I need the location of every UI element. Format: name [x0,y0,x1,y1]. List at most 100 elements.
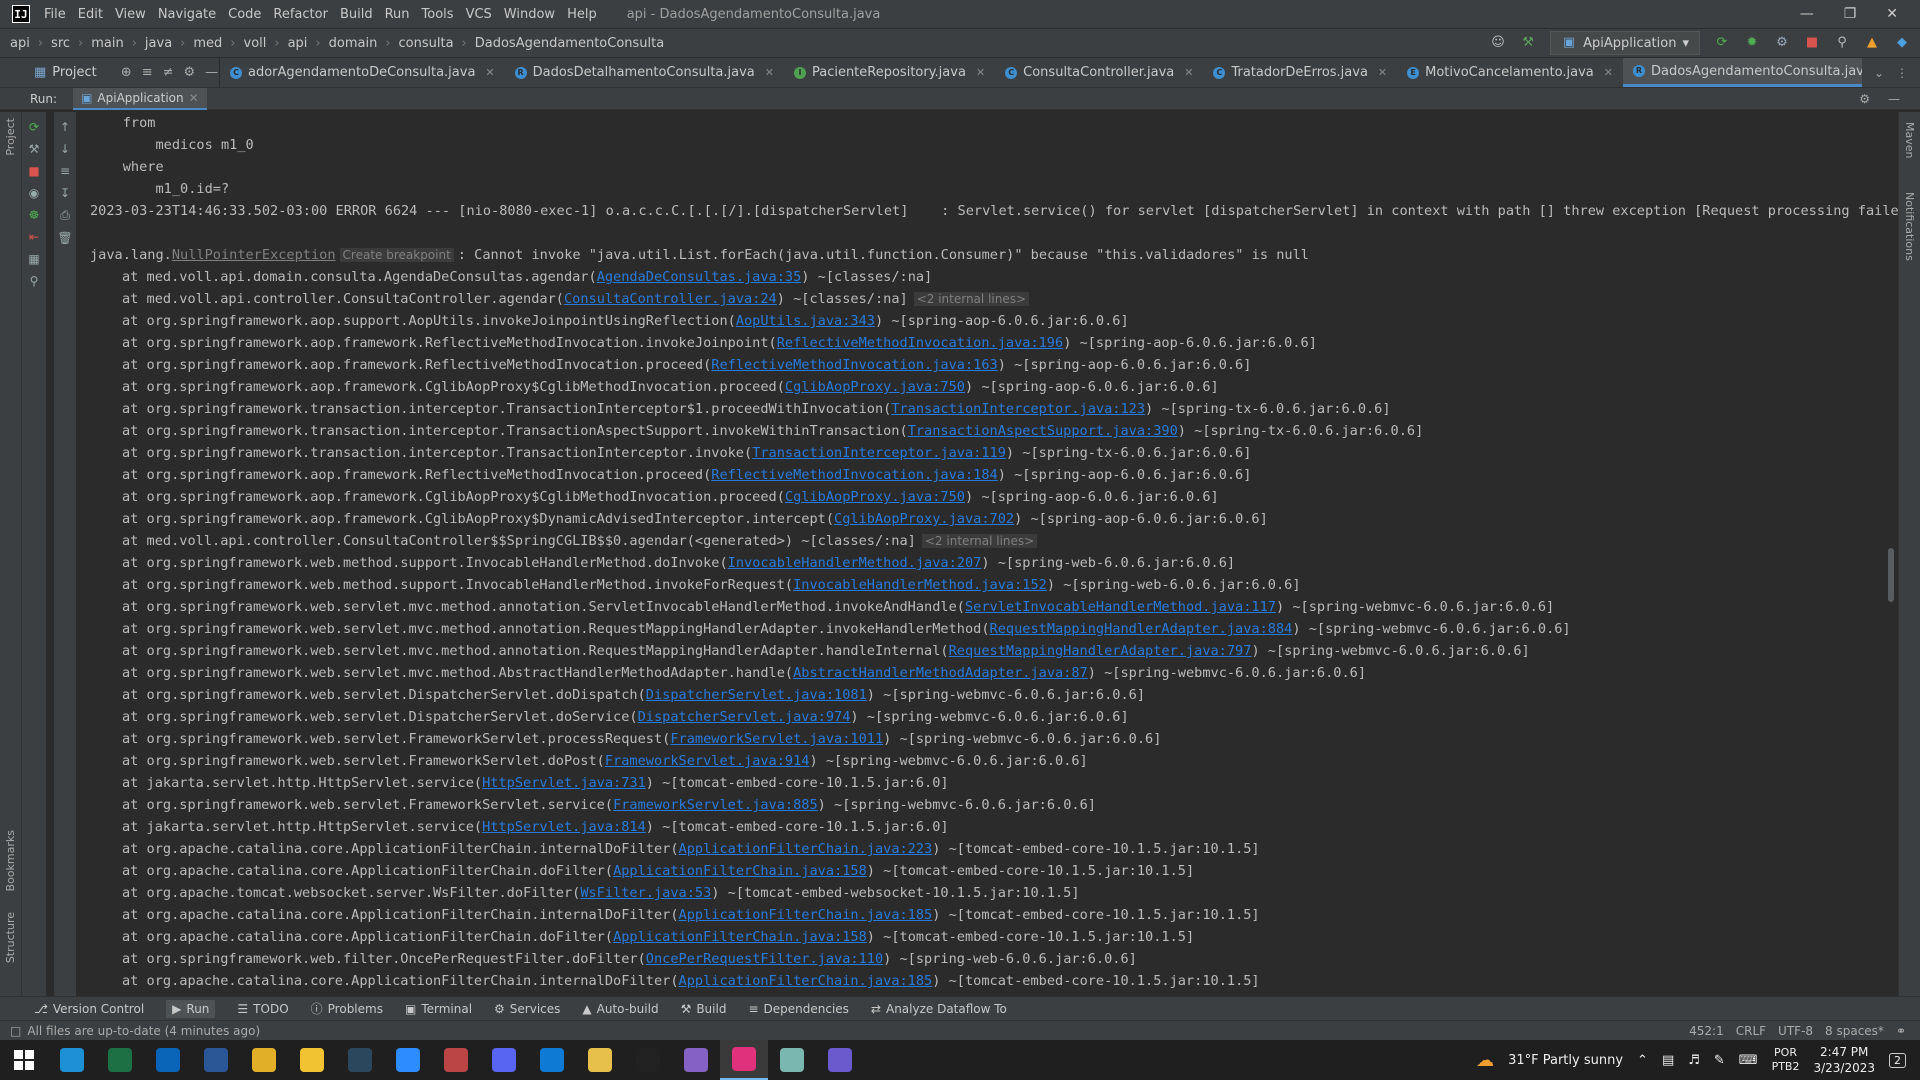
editor-tab[interactable]: C TratadorDeErros.java ✕ [1203,58,1397,87]
exit-icon[interactable]: ⇤ [29,230,39,244]
source-link[interactable]: ApplicationFilterChain.java:158 [613,929,867,945]
source-link[interactable]: AopUtils.java:343 [736,313,875,329]
toolwindow-run[interactable]: ▶ Run [166,999,216,1018]
source-link[interactable]: HttpServlet.java:814 [482,819,646,835]
breadcrumb-item[interactable]: domain [329,36,378,51]
breadcrumb-item[interactable]: DadosAgendamentoConsulta [475,36,664,51]
keyboard-icon[interactable]: ⌨ [1739,1053,1758,1068]
close-tab-icon[interactable]: ✕ [976,66,985,79]
source-link[interactable]: CglibAopProxy.java:750 [785,379,965,395]
source-link[interactable]: ApplicationFilterChain.java:158 [613,863,867,879]
console-scrollbar[interactable] [1888,548,1894,602]
taskbar-app[interactable] [144,1040,192,1080]
network-icon[interactable]: ▤ [1662,1053,1674,1068]
settings-gear-icon[interactable]: ⚙ [1859,92,1870,106]
editor-tab[interactable]: E MotivoCancelamento.java ✕ [1397,58,1623,87]
menu-run[interactable]: Run [379,7,416,22]
file-encoding[interactable]: UTF-8 [1778,1024,1813,1038]
line-separator[interactable]: CRLF [1736,1024,1766,1038]
arrow-down-icon[interactable]: ↓ [60,142,70,156]
taskbar-app[interactable] [336,1040,384,1080]
more-options-icon[interactable]: ⋮ [1896,66,1908,80]
minimize-button[interactable]: — [1800,6,1814,22]
source-link[interactable]: InvocableHandlerMethod.java:207 [728,555,982,571]
caret-position[interactable]: 452:1 [1689,1024,1724,1038]
source-link[interactable]: RequestMappingHandlerAdapter.java:884 [990,621,1293,637]
coverage-icon[interactable]: ⚙ [1774,35,1790,51]
menu-file[interactable]: File [38,7,72,22]
source-link[interactable]: ApplicationFilterChain.java:223 [679,841,933,857]
close-tab-icon[interactable]: ✕ [1378,66,1387,79]
weather-icon[interactable]: ☁ [1476,1050,1494,1071]
structure-side-tab[interactable]: Structure [4,912,17,963]
source-link[interactable]: AbstractHandlerMethodAdapter.java:87 [793,665,1088,681]
expand-all-icon[interactable]: ≡ [142,65,153,80]
pen-icon[interactable]: ✎ [1714,1053,1725,1068]
source-link[interactable]: ApplicationFilterChain.java:185 [679,973,933,989]
menu-help[interactable]: Help [561,7,603,22]
source-link[interactable]: TransactionInterceptor.java:123 [891,401,1145,417]
menu-view[interactable]: View [109,7,152,22]
taskbar-app[interactable] [48,1040,96,1080]
source-link[interactable]: AgendaDeConsultas.java:35 [597,269,802,285]
taskbar-app[interactable] [816,1040,864,1080]
rerun-icon[interactable]: ⟳ [29,120,39,134]
breadcrumb-item[interactable]: voll [244,36,267,51]
bug-icon[interactable]: ☸ [29,208,40,222]
taskbar-app[interactable] [480,1040,528,1080]
breadcrumb-item[interactable]: main [91,36,123,51]
soft-wrap-icon[interactable]: ≡ [60,164,70,178]
notification-badge[interactable]: 2 [1889,1052,1906,1068]
breadcrumb-item[interactable]: java [145,36,172,51]
project-side-tab[interactable]: Project [4,118,17,156]
source-link[interactable]: InvocableHandlerMethod.java:152 [793,577,1047,593]
lock-icon[interactable]: ⚭ [1896,1024,1906,1038]
breadcrumb-item[interactable]: consulta [399,36,454,51]
source-link[interactable]: TransactionAspectSupport.java:390 [908,423,1178,439]
console-output[interactable]: from medicos m1_0 where m1_0.id=? 2023-03… [78,112,1898,996]
menu-tools[interactable]: Tools [416,7,460,22]
build-hammer-icon[interactable]: ⚒ [1520,35,1536,51]
taskbar-app[interactable] [240,1040,288,1080]
toolwindow-build[interactable]: ⚒ Build [681,1002,727,1016]
internal-lines-fold[interactable]: <2 internal lines> [921,534,1038,548]
taskbar-app[interactable] [576,1040,624,1080]
notifications-side-tab[interactable]: Notifications [1903,192,1916,261]
scroll-to-end-icon[interactable]: ↧ [60,186,70,200]
taskbar-app[interactable] [768,1040,816,1080]
update-icon[interactable]: ▲ [1864,35,1880,51]
taskbar-app[interactable] [384,1040,432,1080]
source-link[interactable]: DispatcherServlet.java:1081 [646,687,867,703]
user-icon[interactable]: ☺ [1490,35,1506,51]
menu-refactor[interactable]: Refactor [267,7,334,22]
clock[interactable]: 2:47 PM 3/23/2023 [1813,1044,1875,1076]
source-link[interactable]: RequestMappingHandlerAdapter.java:797 [949,643,1252,659]
close-window-button[interactable]: ✕ [1886,6,1898,22]
taskbar-app[interactable] [720,1040,768,1080]
wrench-icon[interactable]: ⚒ [29,142,40,156]
taskbar-app[interactable] [624,1040,672,1080]
close-tab-icon[interactable]: ✕ [765,66,774,79]
toolwindow-dependencies[interactable]: ≡ Dependencies [748,1002,848,1016]
create-breakpoint-hint[interactable]: Create breakpoint [339,248,454,262]
input-language[interactable]: POR PTB2 [1772,1046,1800,1074]
source-link[interactable]: DispatcherServlet.java:974 [638,709,851,725]
taskbar-app[interactable] [432,1040,480,1080]
rerun-icon[interactable]: ⟳ [1714,35,1730,51]
editor-tab[interactable]: I PacienteRepository.java ✕ [784,58,995,87]
breadcrumb-item[interactable]: api [10,36,30,51]
source-link[interactable]: ReflectiveMethodInvocation.java:184 [711,467,997,483]
taskbar-app[interactable] [672,1040,720,1080]
restore-button[interactable]: ❐ [1844,6,1857,22]
volume-icon[interactable]: ♬ [1688,1053,1700,1068]
source-link[interactable]: CglibAopProxy.java:750 [785,489,965,505]
source-link[interactable]: ReflectiveMethodInvocation.java:163 [711,357,997,373]
source-link[interactable]: ConsultaController.java:24 [564,291,777,307]
collapse-all-icon[interactable]: ≠ [163,65,174,80]
close-tab-icon[interactable]: ✕ [485,66,494,79]
toolwindow-analyze-dataflow-to[interactable]: ⇄ Analyze Dataflow To [871,1002,1007,1016]
internal-lines-fold[interactable]: <2 internal lines> [913,292,1030,306]
taskbar-app[interactable] [288,1040,336,1080]
toolwindow-problems[interactable]: ⓘ Problems [311,1000,383,1017]
menu-vcs[interactable]: VCS [460,7,498,22]
